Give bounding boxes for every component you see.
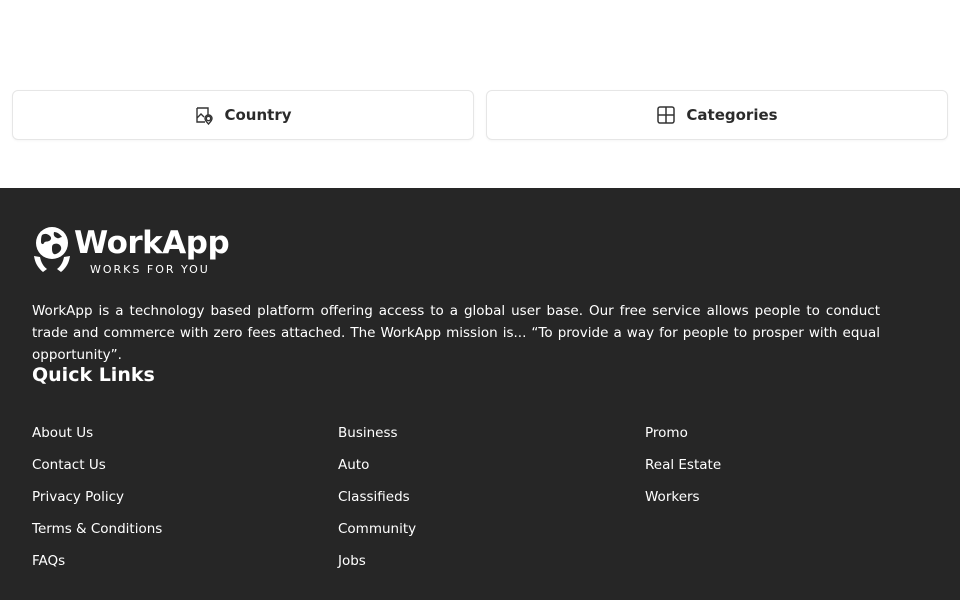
globe-hands-icon [32, 226, 72, 276]
link-about-us[interactable]: About Us [32, 424, 162, 456]
link-workers[interactable]: Workers [645, 488, 721, 520]
link-classifieds[interactable]: Classifieds [338, 488, 416, 520]
workapp-logo[interactable]: WorkApp WORKS FOR YOU [32, 225, 230, 276]
link-jobs[interactable]: Jobs [338, 552, 416, 584]
map-pin-icon [194, 105, 214, 125]
link-privacy-policy[interactable]: Privacy Policy [32, 488, 162, 520]
link-terms-conditions[interactable]: Terms & Conditions [32, 520, 162, 552]
quick-links-column-3: Promo Real Estate Workers [645, 424, 721, 520]
categories-filter-label: Categories [686, 106, 778, 124]
site-footer: WorkApp WORKS FOR YOU WorkApp is a techn… [0, 188, 960, 600]
brand-tagline: WORKS FOR YOU [90, 263, 210, 276]
link-contact-us[interactable]: Contact Us [32, 456, 162, 488]
categories-filter-button[interactable]: Categories [486, 90, 948, 140]
brand-name: WorkApp [74, 225, 230, 261]
link-auto[interactable]: Auto [338, 456, 416, 488]
link-business[interactable]: Business [338, 424, 416, 456]
link-real-estate[interactable]: Real Estate [645, 456, 721, 488]
about-description: WorkApp is a technology based platform o… [32, 303, 880, 363]
link-community[interactable]: Community [338, 520, 416, 552]
quick-links-column-2: Business Auto Classifieds Community Jobs [338, 424, 416, 584]
quick-links-column-1: About Us Contact Us Privacy Policy Terms… [32, 424, 162, 584]
quick-links-title: Quick Links [32, 364, 155, 386]
grid-icon [656, 105, 676, 125]
country-filter-button[interactable]: Country [12, 90, 474, 140]
country-filter-label: Country [224, 106, 292, 124]
link-promo[interactable]: Promo [645, 424, 721, 456]
content-area: Country Categories [0, 0, 960, 188]
link-faqs[interactable]: FAQs [32, 552, 162, 584]
